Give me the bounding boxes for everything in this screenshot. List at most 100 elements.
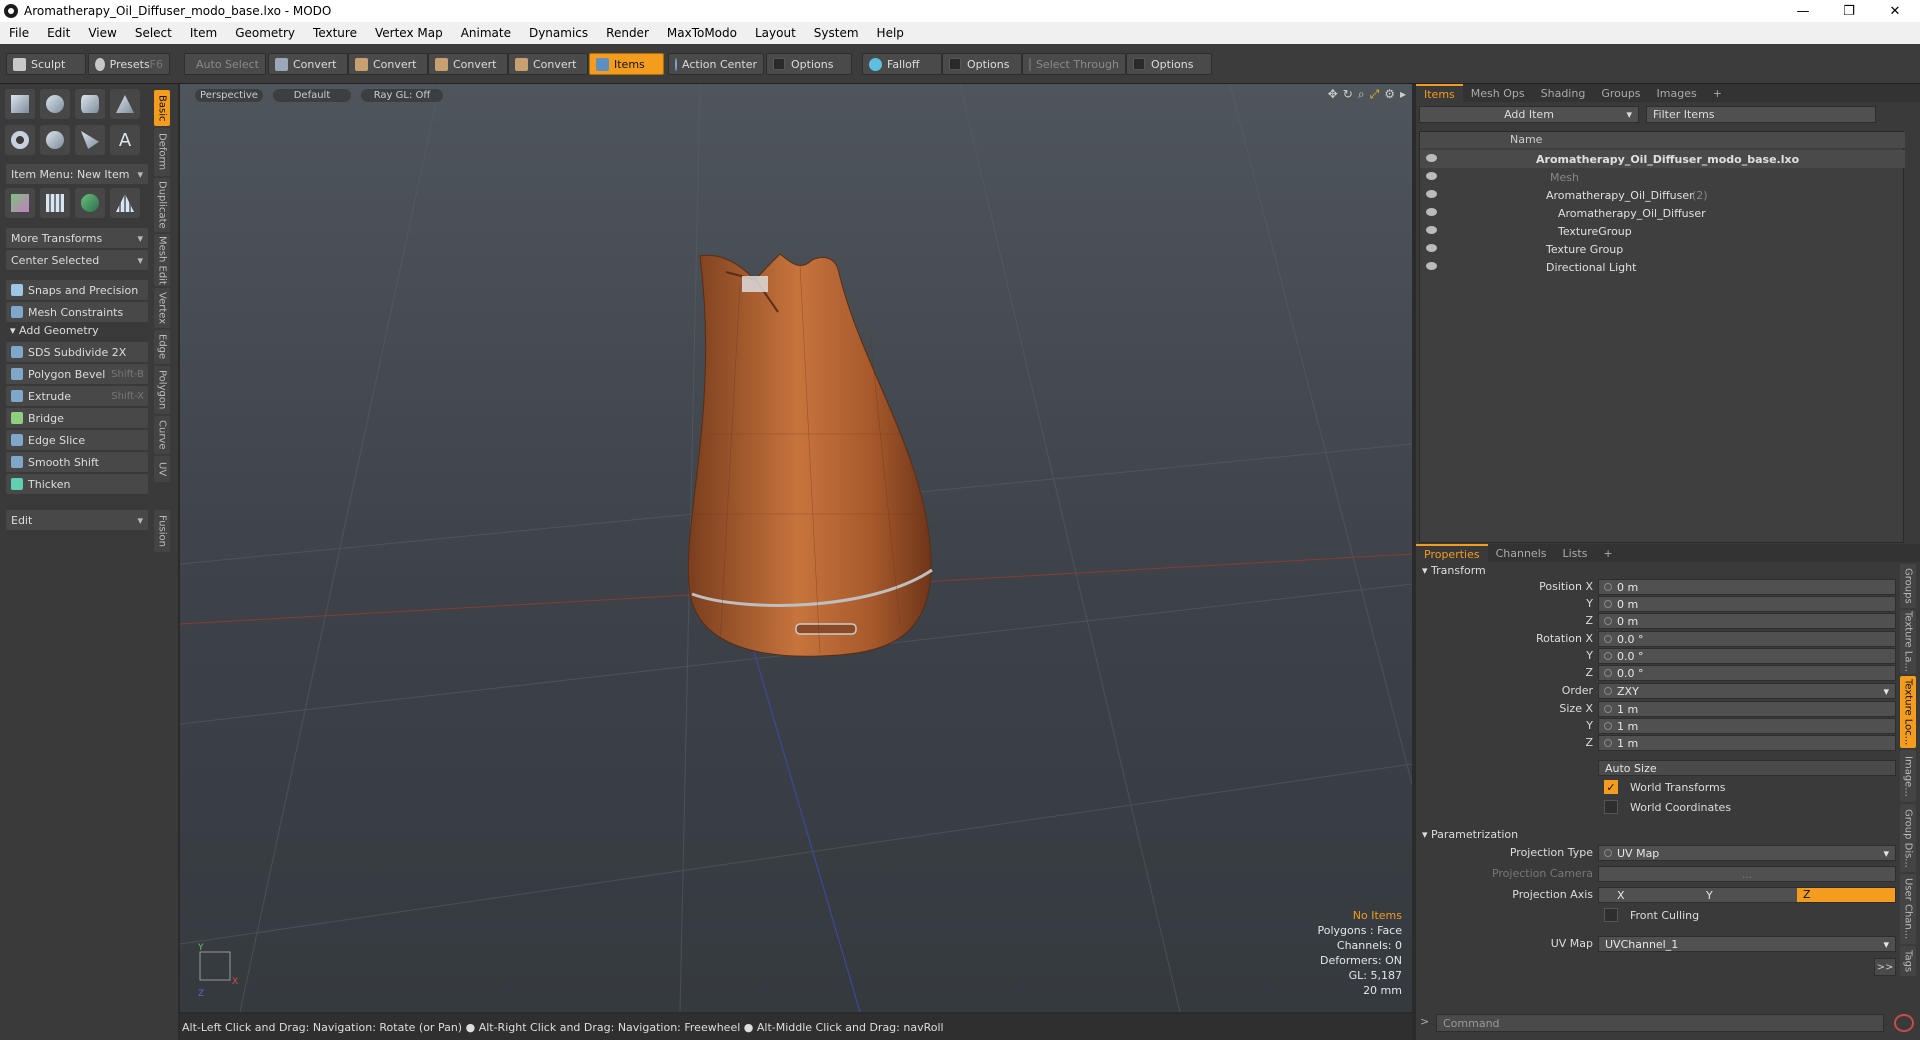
add-item-dropdown[interactable]: Add Item ▾ [1419,106,1639,123]
edit-dropdown[interactable]: Edit [6,510,148,530]
tab-lists[interactable]: Lists [1555,544,1596,562]
vtab-deform[interactable]: Deform [154,128,170,176]
keyframe-dot-icon[interactable] [1604,617,1612,625]
options-checkbox[interactable] [949,58,961,70]
menu-file[interactable]: File [0,26,38,40]
axis-y-option[interactable]: Y [1698,889,1797,902]
vtab-fusion[interactable]: Fusion [154,510,170,552]
options-button-1[interactable]: Options [766,53,852,75]
items-mode-button[interactable]: Items [589,53,664,75]
tree-row-texture-group[interactable]: Texture Group [1420,240,1905,258]
tree-row-mesh-item[interactable]: Aromatherapy_Oil_Diffuser [1420,204,1905,222]
cylinder-tool[interactable] [75,89,105,119]
more-transforms-dropdown[interactable]: More Transforms [6,228,148,248]
menu-help[interactable]: Help [868,26,913,40]
rvtab-texture-layers[interactable]: Texture La... [1900,610,1916,674]
keyframe-dot-icon[interactable] [1604,849,1612,857]
tab-shading[interactable]: Shading [1533,84,1594,102]
checkbox-checked-icon[interactable]: ✓ [1604,780,1618,794]
tool-edge-slice[interactable]: Edge Slice [6,430,148,450]
menu-geometry[interactable]: Geometry [226,26,304,40]
sphere-tool[interactable] [40,89,70,119]
size-y-field[interactable]: 1 m [1598,718,1896,734]
close-button[interactable]: ✕ [1872,0,1918,22]
rotation-x-field[interactable]: 0.0 ° [1598,631,1896,647]
menu-animate[interactable]: Animate [452,26,520,40]
keyframe-dot-icon[interactable] [1604,652,1612,660]
rvtab-group-display[interactable]: Group Dis... [1900,804,1916,872]
command-input[interactable]: Command [1436,1014,1884,1032]
options-button-3[interactable]: Options [1126,53,1212,75]
rotate-icon[interactable]: ↻ [1343,87,1353,102]
tool-smooth-shift[interactable]: Smooth Shift [6,452,148,472]
zoom-icon[interactable]: ⌕ [1358,87,1365,102]
eye-icon[interactable] [1426,226,1437,234]
text-tool[interactable]: A [110,125,140,155]
snaps-precision-button[interactable]: Snaps and Precision [6,280,148,300]
keyframe-dot-icon[interactable] [1604,722,1612,730]
tree-row-group[interactable]: Aromatherapy_Oil_Diffuser (2) [1420,186,1905,204]
position-z-field[interactable]: 0 m [1598,613,1896,629]
keyframe-dot-icon[interactable] [1604,635,1612,643]
rvtab-user-channels[interactable]: User Chan... [1900,874,1916,944]
world-transforms-row[interactable]: ✓ World Transforms [1598,780,1725,794]
keyframe-dot-icon[interactable] [1604,687,1612,695]
convert-button-1[interactable]: Convert [268,53,348,75]
rvtab-texture-locator[interactable]: Texture Loc... [1900,676,1916,748]
rotation-y-field[interactable]: 0.0 ° [1598,648,1896,664]
cone-tool[interactable] [110,89,140,119]
perspective-button[interactable]: Perspective [194,88,264,103]
eye-icon[interactable] [1426,154,1437,162]
vtab-vertex[interactable]: Vertex [154,288,170,328]
menu-item[interactable]: Item [181,26,226,40]
tool-sds-subdivide[interactable]: SDS Subdivide 2X [6,342,148,362]
tool-polygon-bevel[interactable]: Polygon Bevel Shift-B [6,364,148,384]
axis-x-option[interactable]: X [1599,889,1698,902]
tab-add[interactable]: + [1705,84,1730,102]
position-x-field[interactable]: 0 m [1598,579,1896,595]
uv-map-dropdown[interactable]: UVChannel_1 ▾ [1598,936,1896,952]
tab-groups[interactable]: Groups [1593,84,1648,102]
menu-view[interactable]: View [79,26,125,40]
options-button-2[interactable]: Options [942,53,1022,75]
keyframe-dot-icon[interactable] [1604,669,1612,677]
menu-system[interactable]: System [805,26,868,40]
axis-z-option[interactable]: Z [1797,888,1895,902]
locator-tool[interactable] [5,188,35,218]
pan-icon[interactable]: ✥ [1328,87,1338,102]
tree-row-texturegroup[interactable]: TextureGroup [1420,222,1905,240]
tool-extrude[interactable]: Extrude Shift-X [6,386,148,406]
shading-default-button[interactable]: Default [272,88,352,103]
fit-icon[interactable]: ⤢ [1370,87,1380,102]
pyramid-tool[interactable] [110,188,140,218]
eye-icon[interactable] [1426,244,1437,252]
tool-bridge[interactable]: Bridge [6,408,148,428]
tab-items[interactable]: Items [1416,84,1463,102]
item-menu-dropdown[interactable]: Item Menu: New Item [6,164,148,184]
capsule-tool[interactable] [40,125,70,155]
more-button[interactable]: >> [1874,958,1896,976]
falloff-button[interactable]: Falloff [862,53,942,75]
expand-arrow-icon[interactable]: ▸ [1400,87,1406,102]
tree-row-mesh[interactable]: Mesh [1420,168,1905,186]
globe-tool[interactable] [75,188,105,218]
parametrization-section[interactable]: ▾ Parametrization [1422,828,1518,841]
vtab-basic[interactable]: Basic [154,90,170,126]
vtab-curve[interactable]: Curve [154,416,170,454]
auto-size-button[interactable]: Auto Size [1598,760,1896,776]
vtab-mesh-edit[interactable]: Mesh Edit [154,234,170,286]
presets-button[interactable]: Presets F6 [88,53,170,75]
add-geometry-header[interactable]: ▾ Add Geometry [10,324,99,337]
size-x-field[interactable]: 1 m [1598,701,1896,717]
options-checkbox[interactable] [773,58,785,70]
convert-button-3[interactable]: Convert [428,53,508,75]
action-center-button[interactable]: Action Center [668,53,764,75]
world-coordinates-row[interactable]: World Coordinates [1598,800,1731,814]
grid-tool[interactable] [40,188,70,218]
projection-camera-dropdown[interactable]: ... [1598,866,1896,882]
projection-type-dropdown[interactable]: UV Map ▾ [1598,845,1896,861]
command-expand-icon[interactable]: > [1420,1015,1429,1028]
raygl-button[interactable]: Ray GL: Off [360,88,444,103]
order-dropdown[interactable]: ZXY ▾ [1598,683,1896,699]
front-culling-row[interactable]: Front Culling [1598,908,1699,922]
